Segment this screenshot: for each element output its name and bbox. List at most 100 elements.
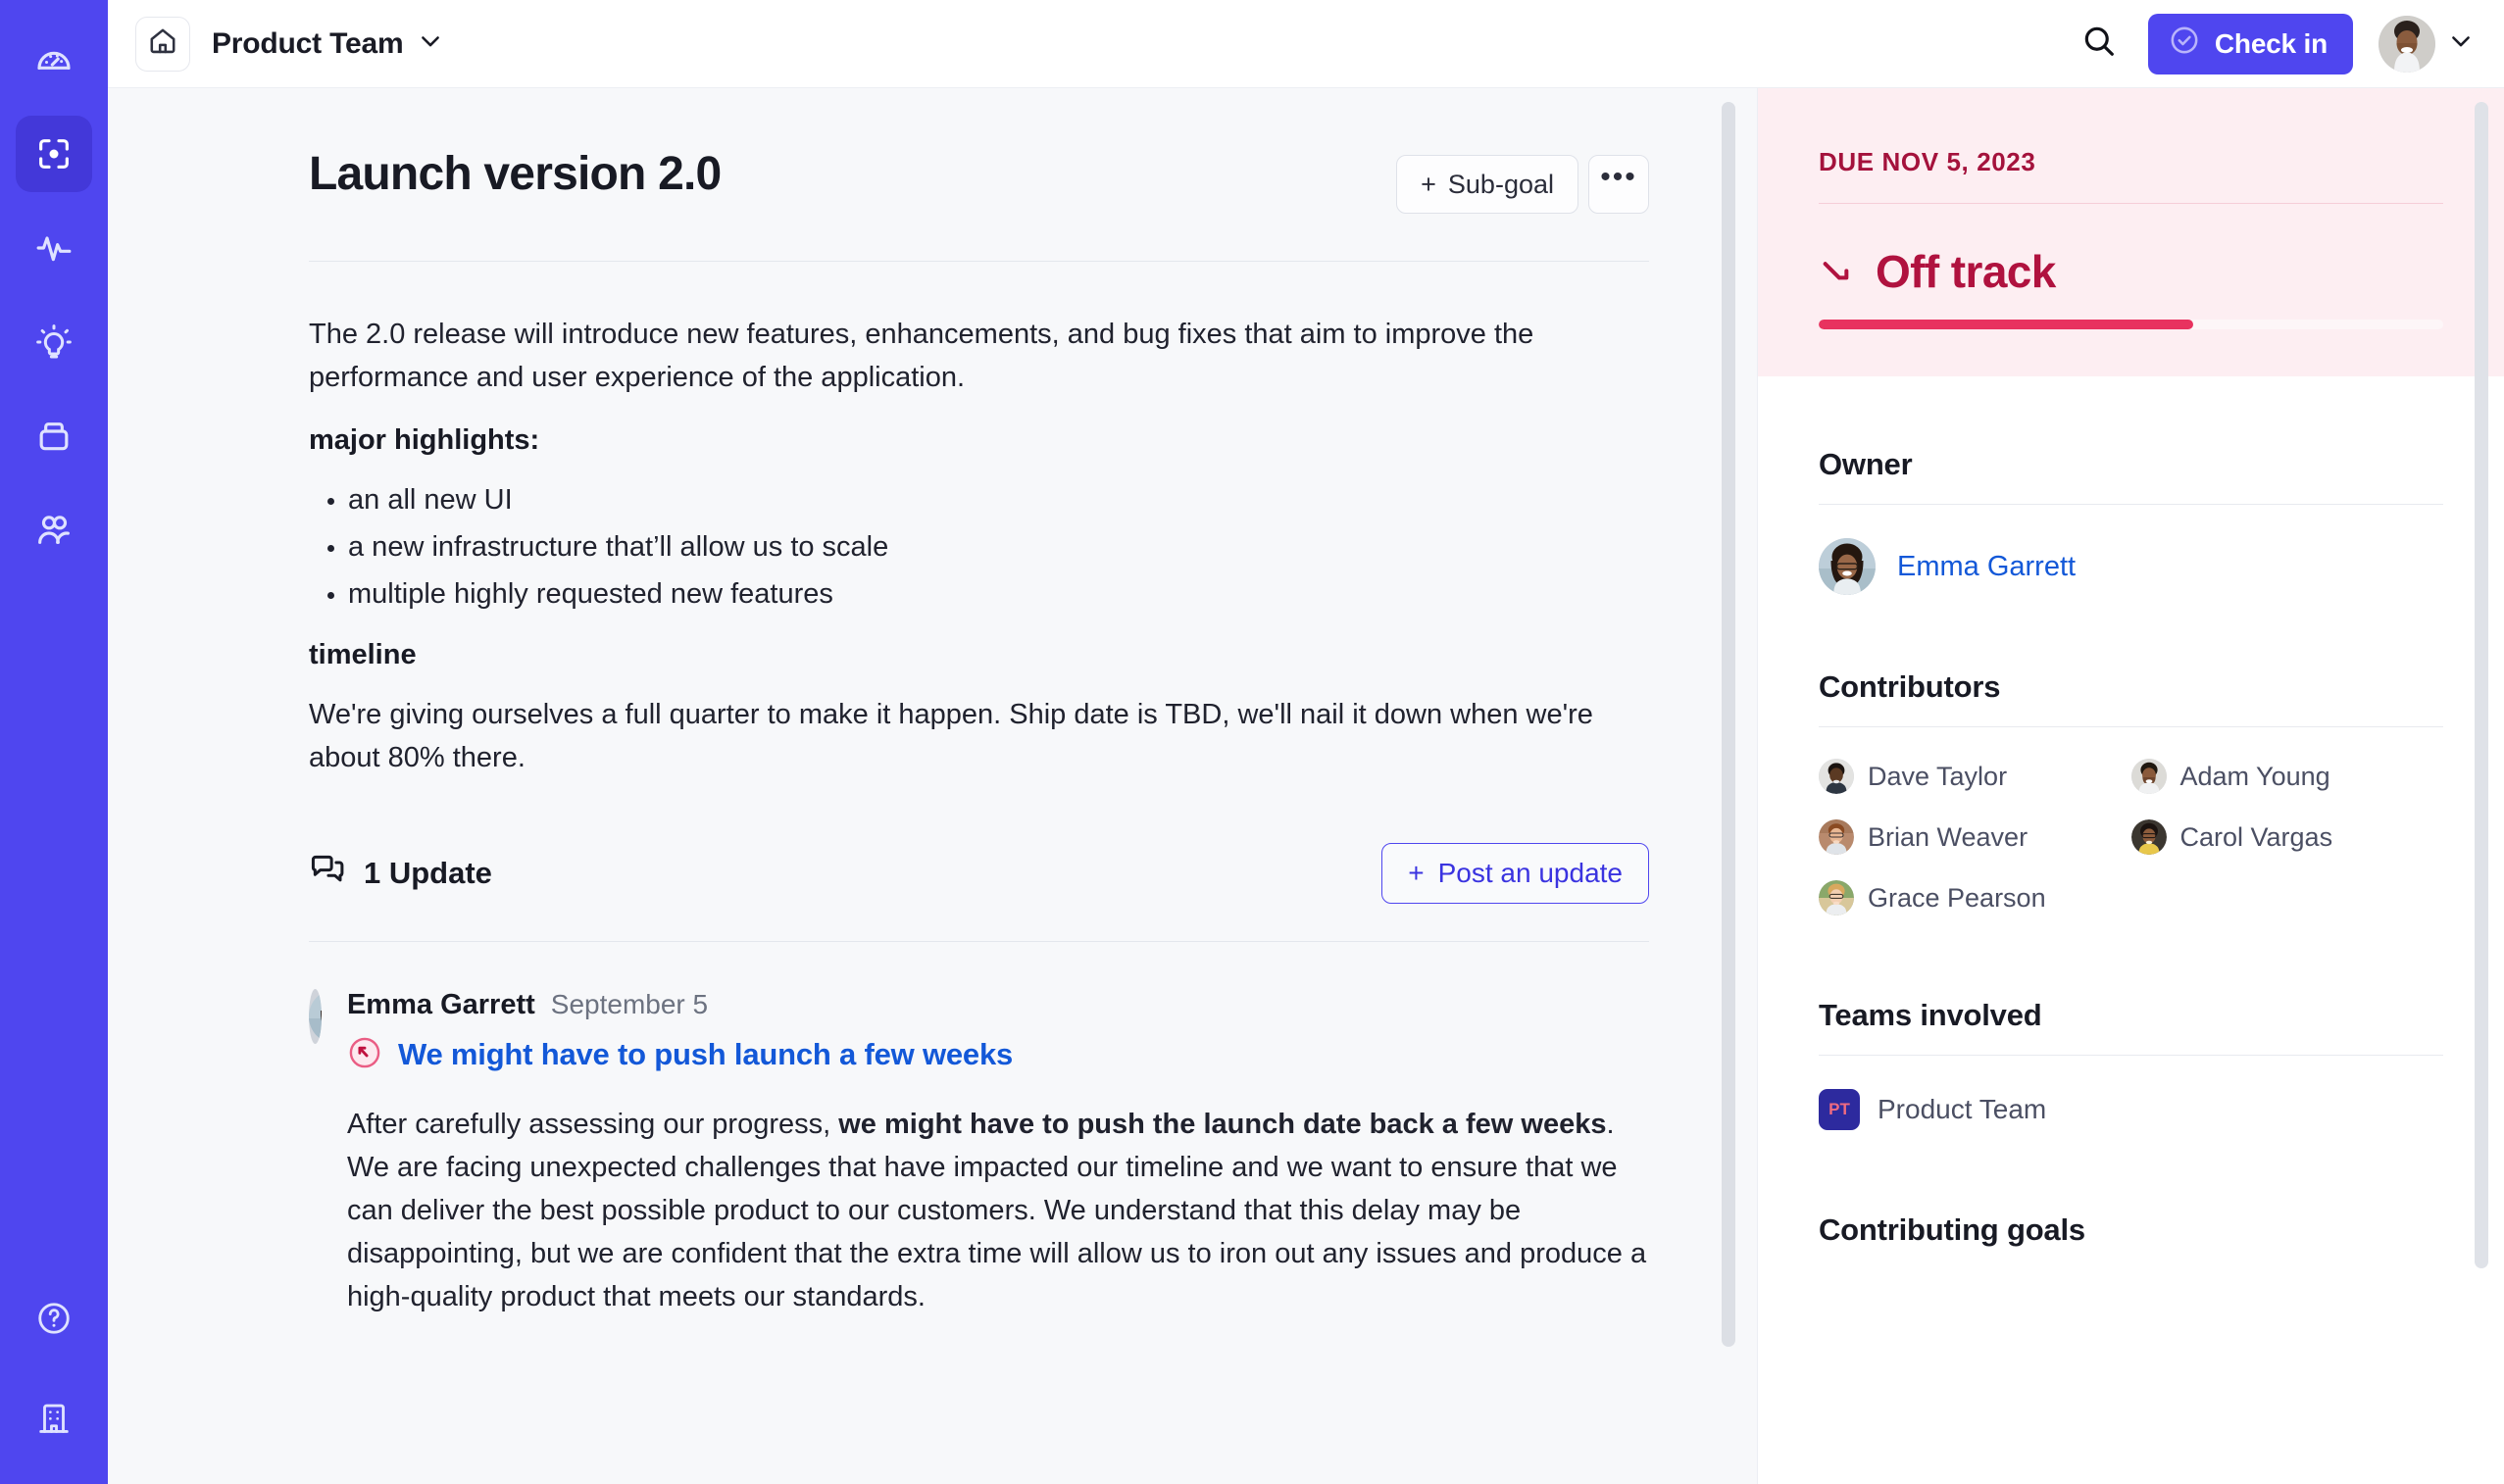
- post-update-label: Post an update: [1437, 857, 1623, 888]
- dashboard-gauge-icon: [34, 40, 74, 79]
- contributor-name: Dave Taylor: [1868, 761, 2008, 791]
- owner-heading: Owner: [1819, 447, 1913, 481]
- sidebar-item-goals[interactable]: [16, 116, 92, 192]
- update-body: Emma Garrett September 5 We might have t…: [347, 989, 1649, 1318]
- body-split: Launch version 2.0 + Sub-goal ••• The 2.…: [108, 88, 2504, 1484]
- list-item: an all new UI: [348, 478, 1649, 521]
- sidebar-item-people[interactable]: [16, 492, 92, 569]
- highlights-list: an all new UI a new infrastructure that’…: [309, 478, 1649, 616]
- timeline-label: timeline: [309, 639, 417, 671]
- progress-fill: [1819, 320, 2194, 329]
- help-circle-icon: [35, 1300, 73, 1337]
- contributor-name: Grace Pearson: [1868, 882, 2046, 913]
- updates-toolbar: 1 Update + Post an update: [309, 842, 1649, 904]
- search-button[interactable]: [2072, 17, 2127, 72]
- avatar: [2379, 15, 2435, 73]
- sidebar-item-activity[interactable]: [16, 210, 92, 286]
- updates-count-label: 1 Update: [364, 855, 492, 890]
- home-button[interactable]: [135, 16, 190, 72]
- right-column: Product Team Check in Launch version 2.0…: [108, 0, 2504, 1484]
- activity-pulse-icon: [34, 228, 74, 268]
- user-menu[interactable]: [2379, 15, 2475, 73]
- status-row[interactable]: Off track: [1819, 245, 2443, 298]
- highlights-label: major highlights:: [309, 424, 540, 457]
- chevron-down-icon: [417, 27, 444, 60]
- teams-section: Teams involved PT Product Team: [1758, 998, 2504, 1130]
- update-text-part1: After carefully assessing our progress,: [346, 1108, 839, 1140]
- workspace-name: Product Team: [212, 26, 404, 60]
- check-in-button[interactable]: Check in: [2147, 13, 2353, 74]
- update-text-bold: we might have to push the launch date ba…: [838, 1108, 1607, 1140]
- check-in-label: Check in: [2214, 27, 2328, 59]
- workspace-switcher[interactable]: Product Team: [212, 27, 444, 61]
- add-subgoal-label: Sub-goal: [1447, 169, 1554, 199]
- goal-description: The 2.0 release will introduce new featu…: [309, 262, 1649, 780]
- contributors-list: Dave Taylor Adam Young Brian Weaver Caro…: [1819, 759, 2443, 915]
- sidebar-item-projects[interactable]: [16, 398, 92, 474]
- side-scrollbar[interactable]: [2475, 102, 2488, 1268]
- owner-section: Owner Emma Garrett: [1758, 447, 2504, 595]
- app-root: Product Team Check in Launch version 2.0…: [0, 0, 2504, 1484]
- teams-divider: [1819, 1055, 2443, 1056]
- home-icon: [147, 25, 178, 62]
- list-item[interactable]: Carol Vargas: [2130, 819, 2444, 855]
- sidebar-item-dashboard[interactable]: [16, 22, 92, 98]
- building-icon: [35, 1400, 73, 1437]
- post-update-button[interactable]: + Post an update: [1381, 842, 1649, 904]
- avatar: [2130, 759, 2167, 794]
- contributors-heading: Contributors: [1819, 669, 2001, 704]
- contributing-goals-heading: Contributing goals: [1819, 1212, 2085, 1247]
- list-item[interactable]: Grace Pearson: [1819, 880, 2131, 915]
- main-scrollbar[interactable]: [1722, 102, 1735, 1347]
- update-item: Emma Garrett September 5 We might have t…: [309, 942, 1649, 1318]
- teams-heading: Teams involved: [1819, 998, 2042, 1032]
- list-item[interactable]: Dave Taylor: [1819, 759, 2131, 794]
- update-author: Emma Garrett: [346, 988, 535, 1020]
- description-intro: The 2.0 release will introduce new featu…: [309, 319, 1534, 394]
- goal-detail-main: Launch version 2.0 + Sub-goal ••• The 2.…: [108, 88, 1757, 1484]
- list-item[interactable]: PT Product Team: [1819, 1089, 2443, 1130]
- list-item[interactable]: Adam Young: [2130, 759, 2444, 794]
- sidebar-item-help[interactable]: [16, 1280, 92, 1357]
- timeline-text: We're giving ourselves a full quarter to…: [309, 699, 1593, 774]
- sidebar-item-insights[interactable]: [16, 304, 92, 380]
- status-card: DUE NOV 5, 2023 Off track: [1758, 88, 2504, 376]
- contributors-section: Contributors Dave Taylor Adam Young Bria…: [1758, 669, 2504, 915]
- trend-down-arrow-icon: [1819, 250, 1858, 294]
- avatar: [1819, 880, 1854, 915]
- avatar: [1819, 819, 1854, 855]
- rail-bottom-group: [16, 1280, 92, 1457]
- list-item[interactable]: Brian Weaver: [1819, 819, 2131, 855]
- team-badge: PT: [1819, 1089, 1860, 1130]
- add-subgoal-button[interactable]: + Sub-goal: [1396, 155, 1578, 214]
- package-box-icon: [34, 417, 74, 456]
- plus-icon: +: [1421, 169, 1436, 199]
- users-icon: [34, 511, 74, 550]
- avatar: [1819, 538, 1876, 595]
- page-title: Launch version 2.0: [309, 148, 722, 200]
- owner-divider: [1819, 504, 2443, 505]
- target-focus-icon: [34, 134, 74, 173]
- update-meta: Emma Garrett September 5: [347, 989, 1649, 1021]
- goal-side-panel: DUE NOV 5, 2023 Off track Owner Emma Gar…: [1757, 88, 2504, 1484]
- update-text: After carefully assessing our progress, …: [347, 1103, 1649, 1318]
- off-track-arrow-icon: [347, 1035, 382, 1075]
- list-item: multiple highly requested new features: [348, 572, 1649, 616]
- update-title[interactable]: We might have to push launch a few weeks: [398, 1037, 1013, 1072]
- more-options-button[interactable]: •••: [1588, 155, 1649, 214]
- due-date-label: DUE NOV 5, 2023: [1819, 147, 2036, 176]
- sidebar-item-company[interactable]: [16, 1380, 92, 1457]
- progress-track: [1819, 320, 2443, 329]
- avatar: [309, 988, 322, 1044]
- update-title-row[interactable]: We might have to push launch a few weeks: [347, 1035, 1649, 1075]
- owner-row[interactable]: Emma Garrett: [1819, 538, 2443, 595]
- list-item: a new infrastructure that’ll allow us to…: [348, 525, 1649, 569]
- avatar: [1819, 759, 1854, 794]
- chevron-down-icon: [2447, 27, 2475, 60]
- left-nav-rail: [0, 0, 108, 1484]
- owner-name[interactable]: Emma Garrett: [1897, 551, 2076, 583]
- due-divider: [1819, 203, 2443, 204]
- goal-content: Launch version 2.0 + Sub-goal ••• The 2.…: [108, 88, 1757, 1318]
- plus-icon: +: [1408, 857, 1425, 888]
- contributing-goals-section: Contributing goals: [1758, 1212, 2504, 1248]
